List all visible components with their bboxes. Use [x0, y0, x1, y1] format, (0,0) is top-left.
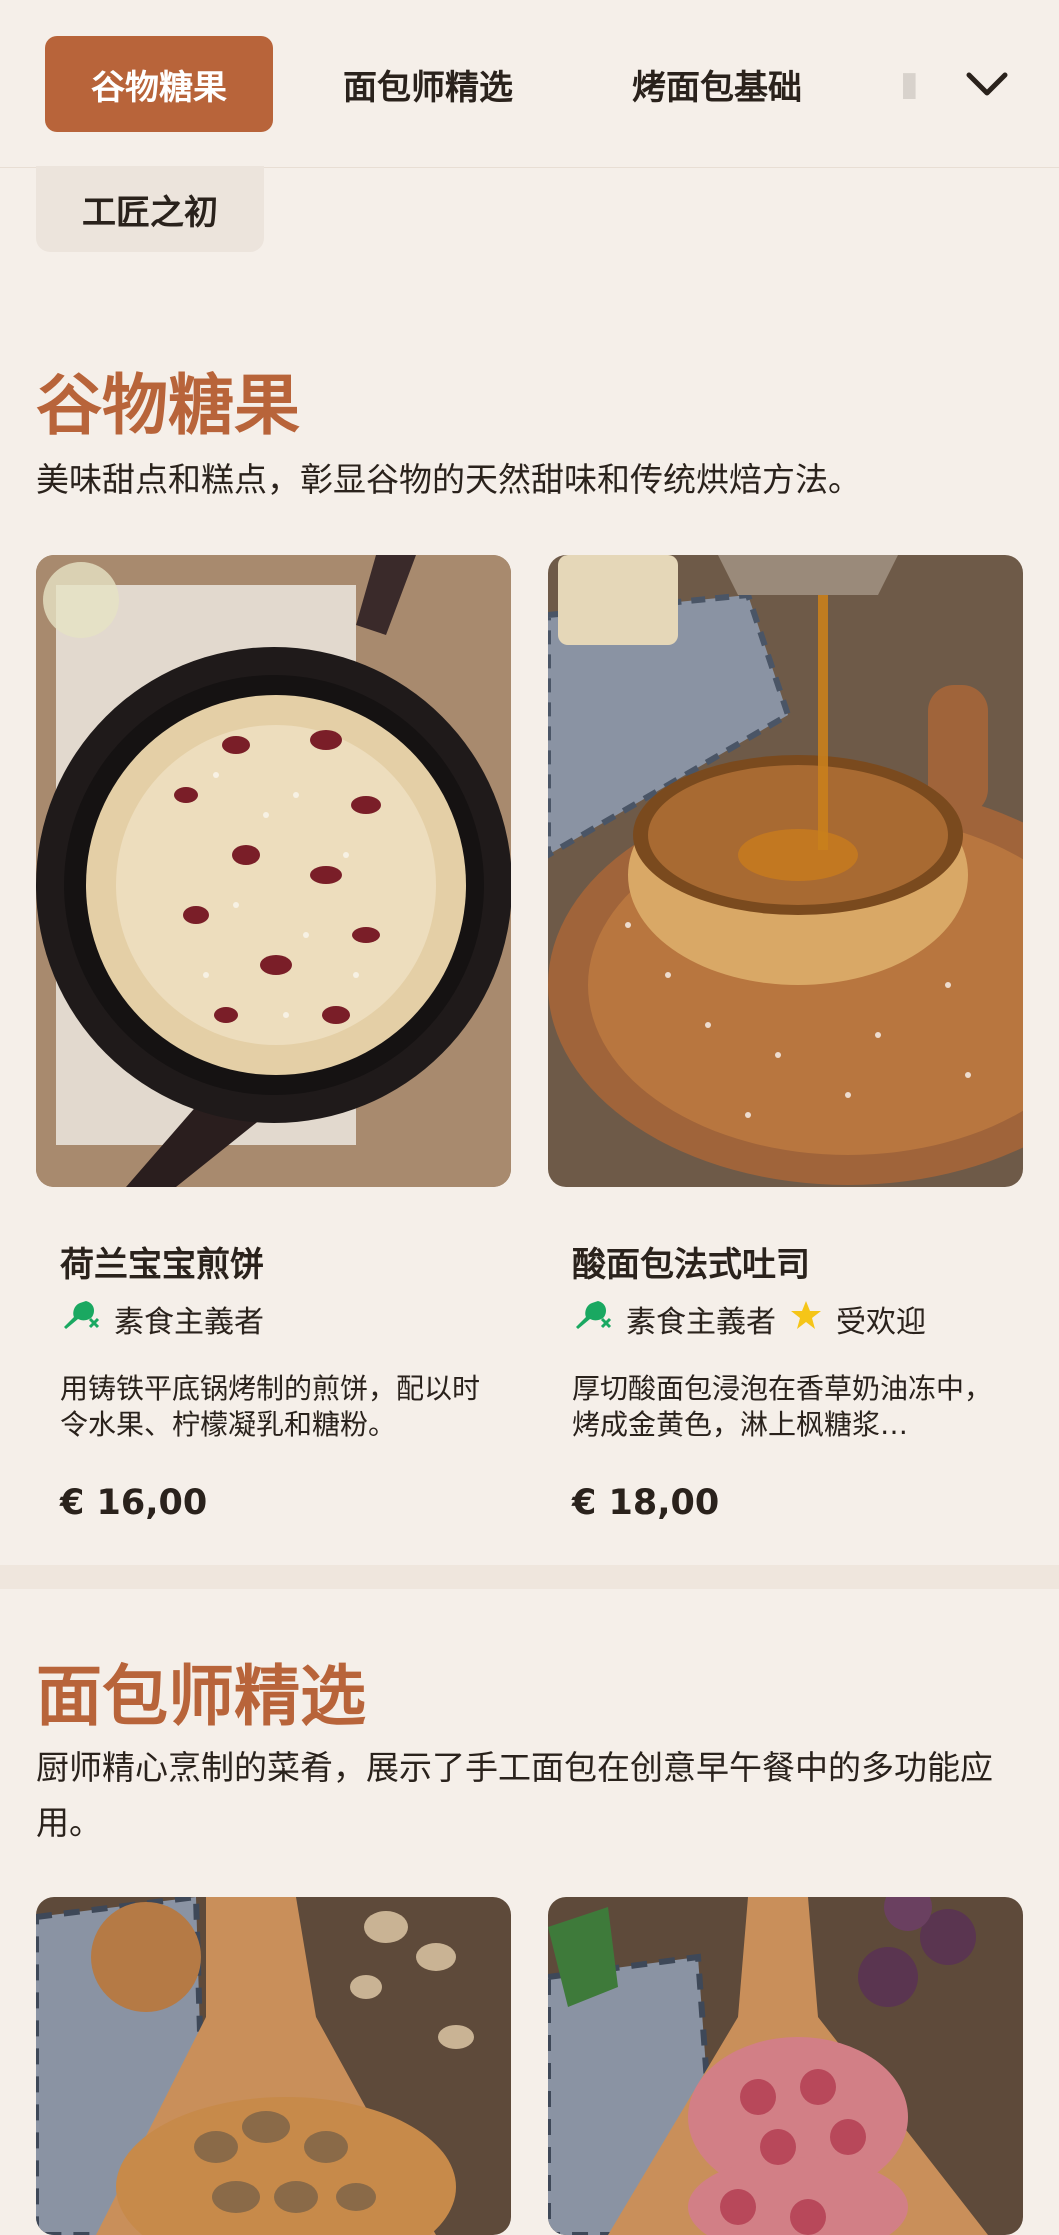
section-description: 厨师精心烹制的菜肴，展示了手工面包在创意早午餐中的多功能应用。: [36, 1748, 993, 1842]
tab-overflow-fade: ▮: [900, 64, 919, 104]
category-tab-bar: 谷物糖果 面包师精选 烤面包基础 ▮: [0, 0, 1059, 168]
section-title: 谷物糖果: [36, 367, 300, 444]
item-price: € 18,00: [572, 1483, 720, 1523]
item-tags: 素食主義者: [60, 1297, 264, 1341]
section-divider: [0, 1565, 1059, 1589]
item-description: 厚切酸面包浸泡在香草奶油冻中，烤成金黄色，淋上枫糖浆…: [572, 1372, 993, 1441]
tab-artisan-beginnings[interactable]: 工匠之初: [36, 166, 264, 252]
sourdough-french-toast-image: [548, 555, 1023, 1187]
vegetarian-icon: [572, 1297, 612, 1341]
item-description: 用铸铁平底锅烤制的煎饼，配以时令水果、柠檬凝乳和糖粉。: [60, 1372, 481, 1441]
item-name: 酸面包法式吐司: [572, 1245, 810, 1285]
tag-vegetarian: 素食主義者: [572, 1297, 776, 1341]
mushroom-toast-image: [36, 1897, 511, 2235]
prosciutto-fig-toast-image: [548, 1897, 1023, 2235]
star-icon: [790, 1299, 822, 1339]
dutch-baby-pancake-image: [36, 555, 511, 1187]
item-tags: 素食主義者 受欢迎: [572, 1297, 926, 1341]
item-price: € 16,00: [60, 1483, 208, 1523]
tab-bakers-selection[interactable]: 面包师精选: [318, 36, 538, 132]
item-name: 荷兰宝宝煎饼: [60, 1245, 264, 1285]
tag-label: 受欢迎: [836, 1305, 926, 1340]
section-title: 面包师精选: [36, 1658, 366, 1735]
tag-label: 素食主義者: [626, 1305, 776, 1340]
section-description: 美味甜点和糕点，彰显谷物的天然甜味和传统烘焙方法。: [36, 460, 861, 499]
tag-popular: 受欢迎: [790, 1297, 926, 1341]
tag-vegetarian: 素食主義者: [60, 1297, 264, 1341]
tag-label: 素食主義者: [114, 1305, 264, 1340]
tab-toast-basics[interactable]: 烤面包基础: [606, 36, 828, 132]
tab-grain-sweets[interactable]: 谷物糖果: [45, 36, 273, 132]
vegetarian-icon: [60, 1297, 100, 1341]
chevron-down-icon[interactable]: [960, 58, 1014, 112]
